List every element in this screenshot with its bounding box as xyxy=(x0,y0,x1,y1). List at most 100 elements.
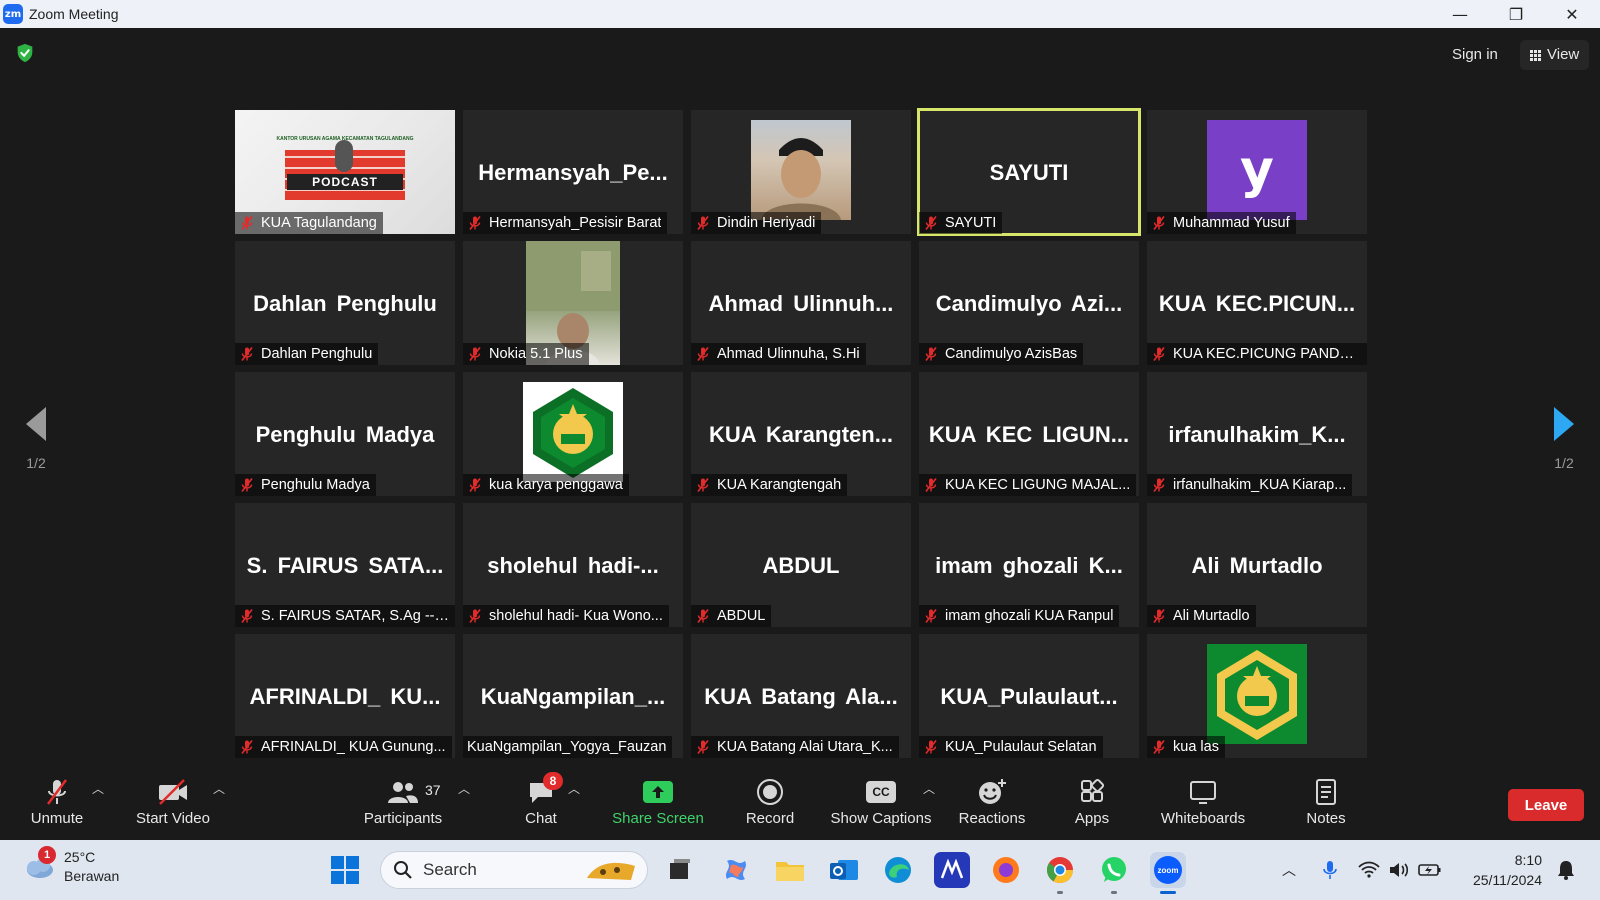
chat-options-caret-icon[interactable]: ︿ xyxy=(568,780,580,797)
participant-tile[interactable]: Ahmad Ulinnuh... Ahmad Ulinnuha, S.Hi xyxy=(691,241,911,365)
participant-name-label: KuaNgampilan_Yogya_Fauzan xyxy=(463,736,673,758)
previous-page-button[interactable]: 1/2 xyxy=(6,405,66,485)
muted-microphone-icon xyxy=(1151,608,1167,624)
participant-tile[interactable]: ABDUL ABDUL xyxy=(691,503,911,627)
restore-button[interactable]: ❐ xyxy=(1488,0,1544,28)
view-label: View xyxy=(1547,46,1580,63)
edge-browser-icon[interactable] xyxy=(880,852,916,888)
show-captions-button[interactable]: CC Show Captions xyxy=(826,776,936,836)
minimize-button[interactable]: — xyxy=(1432,0,1488,28)
taskbar-search-box[interactable]: Search xyxy=(380,851,648,889)
security-shield-icon[interactable] xyxy=(14,42,36,64)
muted-microphone-icon xyxy=(239,739,255,755)
chrome-icon[interactable] xyxy=(1042,852,1078,894)
participant-tile[interactable]: KUA_Pulaulaut... KUA_Pulaulaut Selatan xyxy=(919,634,1139,758)
sign-in-button[interactable]: Sign in xyxy=(1440,40,1510,70)
view-button[interactable]: View xyxy=(1520,40,1590,70)
closed-captions-icon: CC xyxy=(866,781,896,803)
muted-microphone-icon xyxy=(467,477,483,493)
audio-options-caret-icon[interactable]: ︿ xyxy=(92,780,104,797)
participants-options-caret-icon[interactable]: ︿ xyxy=(458,780,470,797)
chevron-left-icon xyxy=(26,407,46,441)
wifi-icon[interactable] xyxy=(1358,840,1380,900)
outlook-icon[interactable] xyxy=(826,852,862,888)
show-hidden-icons-chevron-up-icon[interactable]: ︿ xyxy=(1282,840,1296,900)
whatsapp-icon[interactable] xyxy=(1096,852,1132,894)
participants-button[interactable]: 37 Participants xyxy=(348,776,458,836)
record-button[interactable]: Record xyxy=(715,776,825,836)
apps-button[interactable]: Apps xyxy=(1037,776,1147,836)
participant-tile[interactable]: KuaNgampilan_... KuaNgampilan_Yogya_Fauza… xyxy=(463,634,683,758)
close-button[interactable]: ✕ xyxy=(1544,0,1600,28)
microphone-in-use-icon[interactable] xyxy=(1322,840,1338,900)
participant-tile[interactable]: SAYUTI SAYUTI xyxy=(917,108,1141,236)
participant-tile[interactable]: AFRINALDI_ KU... AFRINALDI_ KUA Gunung... xyxy=(235,634,455,758)
reactions-button[interactable]: Reactions xyxy=(937,776,1047,836)
file-explorer-icon[interactable] xyxy=(772,852,808,888)
participant-display-name: SAYUTI xyxy=(989,160,1069,185)
captions-options-caret-icon[interactable]: ︿ xyxy=(923,780,935,797)
participant-name: Candimulyo AzisBas xyxy=(945,346,1078,362)
video-options-caret-icon[interactable]: ︿ xyxy=(213,780,225,797)
participant-display-name: KUA Batang Ala... xyxy=(704,684,898,709)
participant-tile[interactable]: Candimulyo Azi... Candimulyo AzisBas xyxy=(919,241,1139,365)
zoom-taskbar-icon[interactable]: zoom xyxy=(1150,852,1186,894)
taskbar-clock[interactable]: 8:10 25/11/2024 xyxy=(1462,850,1542,890)
search-placeholder: Search xyxy=(423,860,477,879)
participant-tile[interactable]: Nokia 5.1 Plus xyxy=(463,241,683,365)
participant-tile[interactable]: Dindin Heriyadi xyxy=(691,110,911,234)
notes-button[interactable]: Notes xyxy=(1271,776,1381,836)
next-page-button[interactable]: 1/2 xyxy=(1534,405,1594,485)
unmute-label: Unmute xyxy=(30,810,84,827)
task-view-icon[interactable] xyxy=(662,852,698,888)
copilot-icon[interactable] xyxy=(718,852,754,888)
participant-name-label: AFRINALDI_ KUA Gunung... xyxy=(235,736,452,758)
participant-display-name: KUA KEC.PICUN... xyxy=(1158,291,1356,316)
avatar: y xyxy=(1207,120,1307,220)
participant-tile[interactable]: KUA Batang Ala... KUA Batang Alai Utara_K… xyxy=(691,634,911,758)
weather-widget[interactable]: 1 25°C Berawan xyxy=(22,846,119,886)
battery-icon[interactable] xyxy=(1418,840,1442,900)
windows-start-icon[interactable] xyxy=(330,855,360,885)
page-indicator-right: 1/2 xyxy=(1554,455,1574,471)
participant-name: KUA Tagulandang xyxy=(261,215,377,231)
leave-meeting-button[interactable]: Leave xyxy=(1508,789,1584,821)
participant-tile[interactable]: S. FAIRUS SATA... S. FAIRUS SATAR, S.Ag -… xyxy=(235,503,455,627)
participant-name: irfanulhakim_KUA Kiarap... xyxy=(1173,477,1347,493)
share-screen-button[interactable]: Share Screen xyxy=(603,776,713,836)
participant-tile[interactable]: sholehul hadi-... sholehul hadi- Kua Wono… xyxy=(463,503,683,627)
muted-microphone-icon xyxy=(695,477,711,493)
participant-tile[interactable]: y Muhammad Yusuf xyxy=(1147,110,1367,234)
start-video-label: Start Video xyxy=(136,810,210,827)
participants-icon xyxy=(388,782,418,803)
participant-name-label: Dahlan Penghulu xyxy=(235,343,379,365)
notifications-bell-icon[interactable] xyxy=(1556,840,1576,900)
whiteboards-button[interactable]: Whiteboards xyxy=(1148,776,1258,836)
muted-microphone-icon xyxy=(695,346,711,362)
firefox-icon[interactable] xyxy=(988,852,1024,888)
participant-tile[interactable]: irfanulhakim_K... irfanulhakim_KUA Kiarap… xyxy=(1147,372,1367,496)
participant-tile[interactable]: Hermansyah_Pe... Hermansyah_Pesisir Barat xyxy=(463,110,683,234)
participant-tile[interactable]: KUA Karangten... KUA Karangtengah xyxy=(691,372,911,496)
participant-tile[interactable]: Ali Murtadlo Ali Murtadlo xyxy=(1147,503,1367,627)
muted-microphone-icon xyxy=(695,608,711,624)
meeting-topbar: Sign in View xyxy=(0,28,1600,80)
participant-tile[interactable]: Penghulu Madya Penghulu Madya xyxy=(235,372,455,496)
participant-display-name: Hermansyah_Pe... xyxy=(478,160,668,185)
podcast-microphone-icon xyxy=(335,140,353,172)
participant-name-label: KUA Karangtengah xyxy=(691,474,848,496)
start-video-button[interactable]: Start Video xyxy=(118,776,228,836)
participant-tile[interactable]: imam ghozali K... imam ghozali KUA Ranpul xyxy=(919,503,1139,627)
zoom-app-icon: zm xyxy=(3,4,23,24)
participant-tile[interactable]: KUA KEC.PICUN... KUA KEC.PICUNG PANDE... xyxy=(1147,241,1367,365)
participant-tile[interactable]: KANTOR URUSAN AGAMA KECAMATAN TAGULANDAN… xyxy=(235,110,455,234)
participant-tile[interactable]: kua karya penggawa xyxy=(463,372,683,496)
math-app-icon[interactable] xyxy=(934,852,970,888)
participant-tile[interactable]: Dahlan Penghulu Dahlan Penghulu xyxy=(235,241,455,365)
reactions-label: Reactions xyxy=(958,810,1026,827)
participant-display-name: KUA KEC LIGUN... xyxy=(928,422,1130,447)
participant-tile[interactable]: kua las xyxy=(1147,634,1367,758)
participant-name-label: Ahmad Ulinnuha, S.Hi xyxy=(691,343,866,365)
volume-icon[interactable] xyxy=(1388,840,1410,900)
participant-tile[interactable]: KUA KEC LIGUN... KUA KEC LIGUNG MAJAL... xyxy=(919,372,1139,496)
